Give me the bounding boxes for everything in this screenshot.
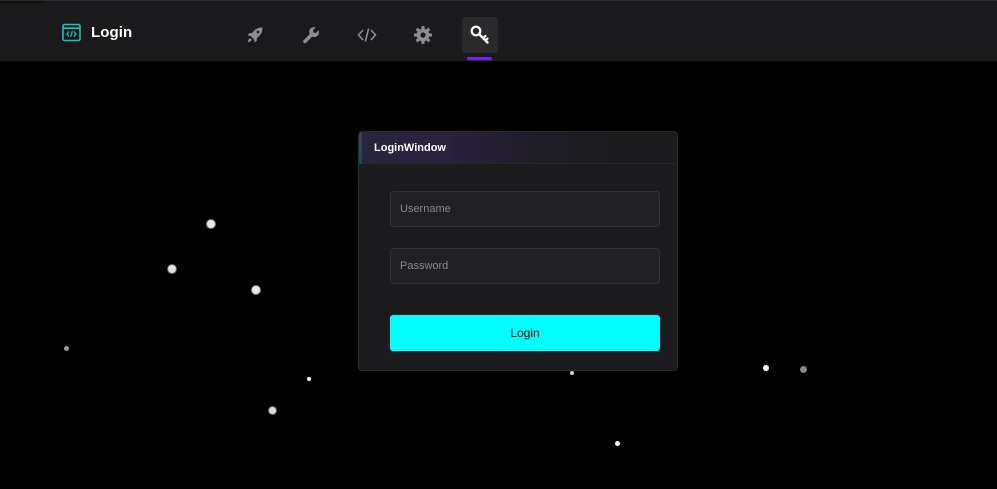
- nav-item-code[interactable]: [349, 17, 385, 53]
- nav-item-settings[interactable]: [405, 17, 441, 53]
- code-icon: [357, 28, 377, 42]
- login-window: LoginWindow Login: [358, 131, 678, 371]
- top-bar-edge: [0, 1, 44, 3]
- star: [64, 346, 69, 351]
- active-tab-indicator: [467, 57, 492, 60]
- nav-item-wrench[interactable]: [293, 17, 329, 53]
- star: [168, 265, 176, 273]
- star: [570, 371, 574, 375]
- star: [269, 407, 276, 414]
- app-title: Login: [91, 24, 133, 41]
- login-window-title: LoginWindow: [374, 141, 446, 154]
- username-input[interactable]: [390, 191, 660, 227]
- wrench-icon: [303, 27, 319, 44]
- rocket-icon: [247, 27, 263, 43]
- login-button[interactable]: Login: [390, 315, 660, 351]
- brand: Login: [62, 23, 132, 42]
- password-input[interactable]: [390, 248, 660, 284]
- nav-item-rocket[interactable]: [237, 17, 273, 53]
- star: [307, 377, 311, 381]
- key-icon: [470, 25, 489, 44]
- login-window-header[interactable]: LoginWindow: [359, 132, 677, 164]
- star: [800, 366, 807, 373]
- star: [252, 286, 260, 294]
- gear-icon: [414, 26, 432, 44]
- star: [763, 365, 769, 371]
- top-bar: Login: [0, 0, 997, 61]
- star: [615, 441, 620, 446]
- nav-item-login[interactable]: [462, 17, 498, 53]
- star: [207, 220, 215, 228]
- code-window-icon: [62, 23, 81, 42]
